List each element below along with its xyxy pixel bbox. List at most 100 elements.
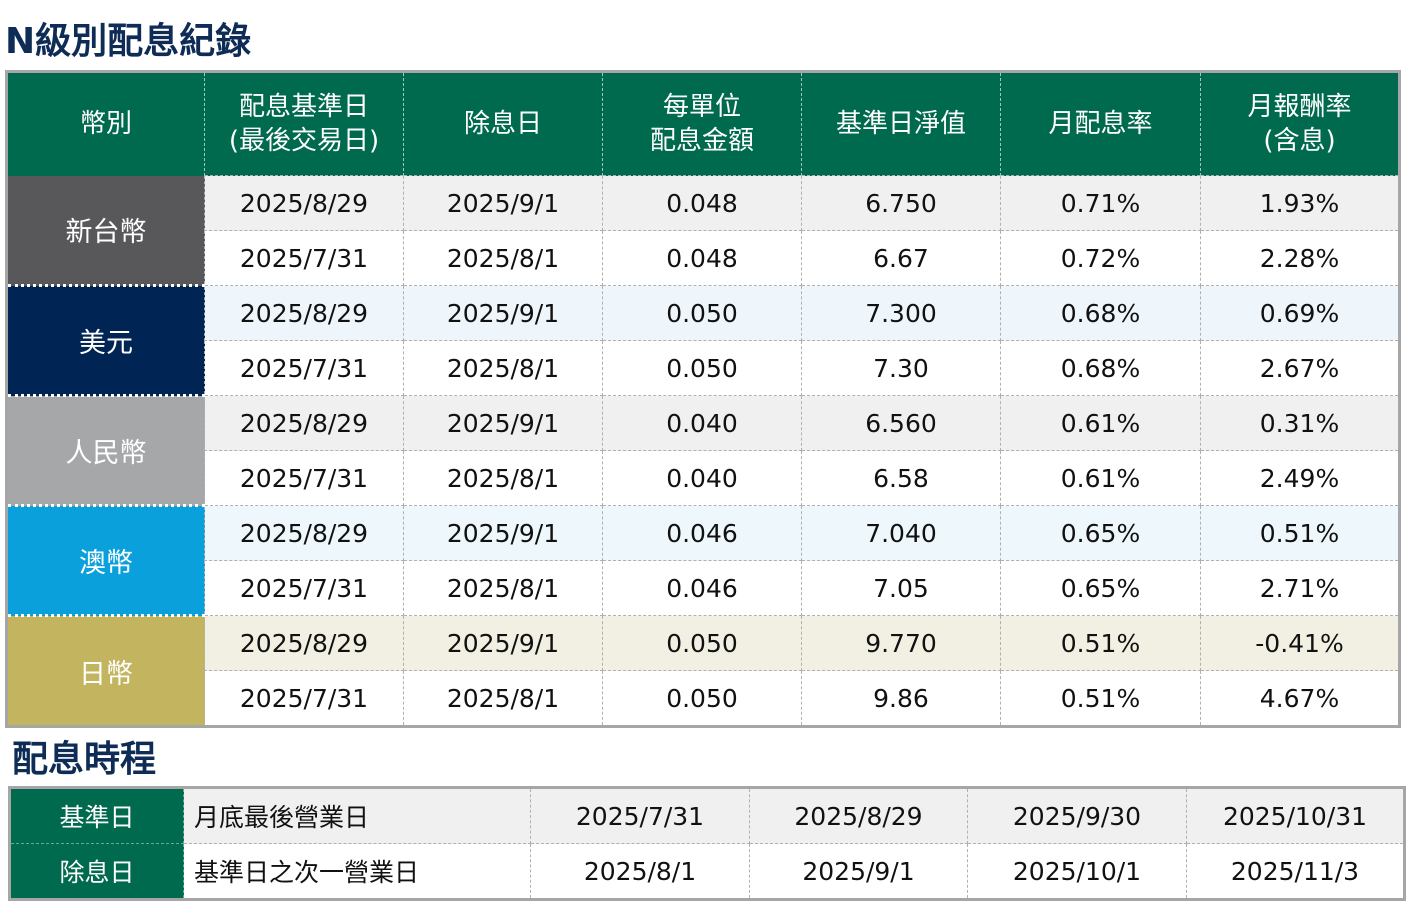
currency-cell: 人民幣 — [6, 395, 205, 507]
table-cell: 0.61% — [1000, 395, 1201, 451]
table-cell: 0.040 — [602, 395, 802, 451]
table-row: 美元 2025/8/29 2025/9/1 0.050 7.300 0.68% 0.69% — [6, 285, 1400, 397]
column-header: 除息日 — [403, 71, 603, 176]
currency-cell: 新台幣 — [6, 175, 205, 287]
table-cell: 0.050 — [602, 340, 802, 396]
table-cell: 0.050 — [602, 670, 802, 727]
table-cell: 7.30 — [801, 340, 1001, 396]
schedule-title: 配息時程 — [12, 739, 157, 780]
table-cell: 0.046 — [602, 560, 802, 616]
table-cell: 0.69% — [1200, 285, 1400, 341]
schedule-row: 除息日 基準日之次一營業日 2025/8/1 2025/9/1 2025/10/1 202… — [9, 843, 1405, 900]
table-cell: 2025/9/1 — [403, 285, 603, 341]
schedule-date: 2025/10/1 — [967, 843, 1187, 900]
page-title: N級別配息紀錄 — [5, 21, 252, 62]
table-cell: 2025/8/29 — [204, 175, 404, 231]
table-cell: 0.51% — [1200, 505, 1400, 561]
table-cell: 7.040 — [801, 505, 1001, 561]
table-cell: 2025/9/1 — [403, 395, 603, 451]
table-cell: 2.67% — [1200, 340, 1400, 396]
table-cell: 0.51% — [1000, 670, 1201, 727]
schedule-date: 2025/9/30 — [967, 787, 1187, 844]
table-cell: 2025/8/29 — [204, 615, 404, 671]
table-cell: 0.046 — [602, 505, 802, 561]
table-cell: 7.05 — [801, 560, 1001, 616]
table-row: 2025/7/31 2025/8/1 0.046 7.05 0.65% 2.71% — [6, 560, 1400, 616]
column-header: 配息基準日 (最後交易日) — [204, 71, 404, 176]
table-row: 2025/7/31 2025/8/1 0.040 6.58 0.61% 2.49% — [6, 450, 1400, 506]
table-cell: 6.58 — [801, 450, 1001, 506]
column-header: 基準日淨值 — [801, 71, 1001, 176]
schedule-row: 基準日 月底最後營業日 2025/7/31 2025/8/29 2025/9/30 202… — [9, 787, 1405, 844]
table-cell: 2.71% — [1200, 560, 1400, 616]
table-row: 2025/7/31 2025/8/1 0.048 6.67 0.72% 2.28% — [6, 230, 1400, 286]
table-cell: 0.68% — [1000, 340, 1201, 396]
currency-cell: 美元 — [6, 285, 205, 397]
table-cell: 1.93% — [1200, 175, 1400, 231]
table-cell: 2025/9/1 — [403, 505, 603, 561]
table-cell: 2025/8/29 — [204, 395, 404, 451]
table-cell: 2025/7/31 — [204, 230, 404, 286]
table-cell: 0.71% — [1000, 175, 1201, 231]
schedule-desc: 月底最後營業日 — [183, 787, 531, 844]
table-cell: 2025/8/1 — [403, 450, 603, 506]
schedule-date: 2025/10/31 — [1186, 787, 1405, 844]
table-cell: 2.28% — [1200, 230, 1400, 286]
table-cell: 2025/9/1 — [403, 175, 603, 231]
table-cell: 4.67% — [1200, 670, 1400, 727]
table-cell: 0.048 — [602, 175, 802, 231]
table-cell: 0.050 — [602, 615, 802, 671]
column-header: 幣別 — [6, 71, 205, 176]
table-cell: 2025/8/1 — [403, 560, 603, 616]
table-cell: 6.67 — [801, 230, 1001, 286]
table-cell: 0.51% — [1000, 615, 1201, 671]
table-cell: 2025/8/29 — [204, 285, 404, 341]
table-cell: 6.750 — [801, 175, 1001, 231]
table-cell: 0.61% — [1000, 450, 1201, 506]
table-cell: 2025/9/1 — [403, 615, 603, 671]
table-cell: 2025/8/29 — [204, 505, 404, 561]
table-cell: 2025/7/31 — [204, 560, 404, 616]
table-cell: 0.050 — [602, 285, 802, 341]
table-cell: 7.300 — [801, 285, 1001, 341]
schedule-table: 基準日 月底最後營業日 2025/7/31 2025/8/29 2025/9/30 202… — [8, 786, 1406, 901]
column-header: 月報酬率 (含息) — [1200, 71, 1400, 176]
table-cell: 2025/7/31 — [204, 340, 404, 396]
table-cell: 2025/7/31 — [204, 670, 404, 727]
currency-cell: 日幣 — [6, 615, 205, 728]
table-cell: 0.65% — [1000, 505, 1201, 561]
table-cell: 0.65% — [1000, 560, 1201, 616]
table-cell: 2025/8/1 — [403, 670, 603, 727]
schedule-label: 基準日 — [9, 787, 184, 844]
table-cell: 2025/7/31 — [204, 450, 404, 506]
currency-cell: 澳幣 — [6, 505, 205, 617]
schedule-date: 2025/8/1 — [530, 843, 750, 900]
column-header: 月配息率 — [1000, 71, 1201, 176]
table-row: 新台幣 2025/8/29 2025/9/1 0.048 6.750 0.71% 1.93% — [6, 175, 1400, 287]
table-row: 日幣 2025/8/29 2025/9/1 0.050 9.770 0.51% -0.41% — [6, 615, 1400, 728]
table-cell: 6.560 — [801, 395, 1001, 451]
table-cell: 2025/8/1 — [403, 340, 603, 396]
table-cell: 9.86 — [801, 670, 1001, 727]
schedule-label: 除息日 — [9, 843, 184, 900]
schedule-date: 2025/9/1 — [749, 843, 968, 900]
table-cell: 2025/8/1 — [403, 230, 603, 286]
table-row: 2025/7/31 2025/8/1 0.050 7.30 0.68% 2.67% — [6, 340, 1400, 396]
table-row: 澳幣 2025/8/29 2025/9/1 0.046 7.040 0.65% 0.51% — [6, 505, 1400, 617]
schedule-date: 2025/7/31 — [530, 787, 750, 844]
table-row: 2025/7/31 2025/8/1 0.050 9.86 0.51% 4.67% — [6, 670, 1400, 727]
table-cell: 0.040 — [602, 450, 802, 506]
schedule-date: 2025/11/3 — [1186, 843, 1405, 900]
table-cell: 0.31% — [1200, 395, 1400, 451]
table-cell: 9.770 — [801, 615, 1001, 671]
column-header: 每單位 配息金額 — [602, 71, 802, 176]
schedule-date: 2025/8/29 — [749, 787, 968, 844]
table-cell: 0.72% — [1000, 230, 1201, 286]
table-cell: -0.41% — [1200, 615, 1400, 671]
table-cell: 2.49% — [1200, 450, 1400, 506]
table-row: 人民幣 2025/8/29 2025/9/1 0.040 6.560 0.61% 0.31% — [6, 395, 1400, 507]
schedule-desc: 基準日之次一營業日 — [183, 843, 531, 900]
table-cell: 0.68% — [1000, 285, 1201, 341]
table-cell: 0.048 — [602, 230, 802, 286]
dividend-table: 幣別 配息基準日 (最後交易日) 除息日 每單位 配息金額 基準日淨值 月配息率 月報酬率 … — [5, 70, 1401, 728]
